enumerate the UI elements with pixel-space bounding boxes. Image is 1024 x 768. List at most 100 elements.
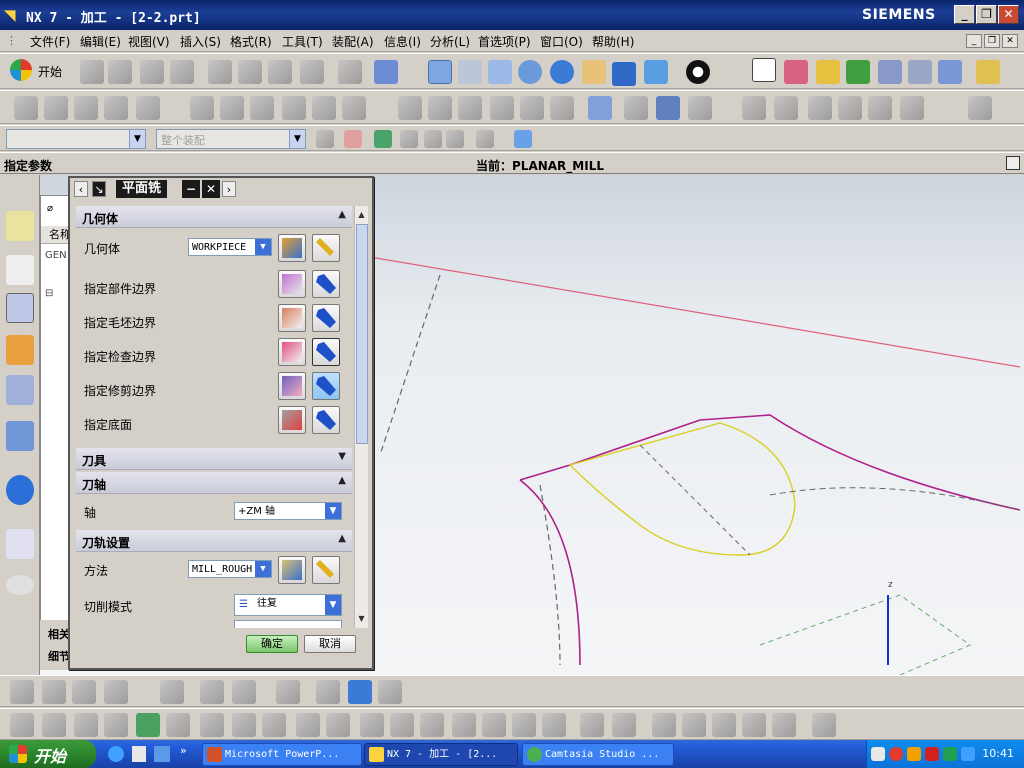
section-axis[interactable]: 刀轴 ▲: [76, 472, 352, 494]
select-filter-icon[interactable]: [316, 130, 334, 148]
cancel-button[interactable]: 取消: [304, 635, 356, 653]
delete-icon[interactable]: [300, 60, 324, 84]
assembly-nav-icon[interactable]: [6, 211, 34, 241]
undo-icon[interactable]: [338, 60, 362, 84]
create-operation-icon[interactable]: [136, 96, 160, 120]
show-floor-button[interactable]: [312, 406, 340, 434]
chevron-right-icon[interactable]: »: [180, 744, 187, 757]
doc-close-button[interactable]: ✕: [1002, 34, 1018, 48]
copy-icon[interactable]: [238, 60, 262, 84]
menu-view[interactable]: 视图(V): [128, 33, 170, 50]
rect-select-icon[interactable]: [476, 130, 494, 148]
feature-f-icon[interactable]: [900, 96, 924, 120]
start-menu-button[interactable]: 开始: [8, 57, 74, 85]
close-button[interactable]: ✕: [998, 5, 1019, 24]
scroll-up-icon[interactable]: ▲: [355, 208, 368, 222]
blank-boundary-button[interactable]: [278, 304, 306, 332]
back-icon[interactable]: ‹: [74, 181, 88, 197]
ok-button[interactable]: 确定: [246, 635, 298, 653]
tool-w-icon[interactable]: [420, 713, 444, 737]
tool-g-icon[interactable]: [316, 680, 340, 704]
menu-edit[interactable]: 编辑(E): [80, 33, 121, 50]
tool-c-icon[interactable]: [72, 680, 96, 704]
section-tool[interactable]: 刀具 ▼: [76, 448, 352, 470]
tool-j-icon[interactable]: [10, 713, 34, 737]
display-icon[interactable]: [458, 96, 482, 120]
zoom-window-icon[interactable]: [458, 60, 482, 84]
tool-z-icon[interactable]: [512, 713, 536, 737]
stepover-select-clipped[interactable]: [234, 620, 342, 628]
cut-mode-select[interactable]: ☰ 往复 ▼: [234, 594, 342, 616]
tool-l-icon[interactable]: [74, 713, 98, 737]
roles-icon[interactable]: [6, 575, 34, 595]
tool-ai-icon[interactable]: [812, 713, 836, 737]
gen-path-icon[interactable]: [816, 60, 840, 84]
csys-icon[interactable]: [784, 60, 808, 84]
edit-geometry-button[interactable]: [312, 234, 340, 262]
tool-ad-icon[interactable]: [652, 713, 676, 737]
feature-b-icon[interactable]: [774, 96, 798, 120]
tray-app-icon[interactable]: [925, 747, 939, 761]
menu-window[interactable]: 窗口(O): [540, 33, 583, 50]
task-powerpoint[interactable]: Microsoft PowerP...: [202, 743, 362, 766]
wcs-icon[interactable]: [752, 58, 776, 82]
tool-b-icon[interactable]: [42, 680, 66, 704]
section-geometry[interactable]: 几何体 ▲: [76, 206, 352, 228]
tool-u-icon[interactable]: [360, 713, 384, 737]
menu-help[interactable]: 帮助(H): [592, 33, 634, 50]
volume-icon[interactable]: [961, 747, 975, 761]
select-edge-icon[interactable]: [446, 130, 464, 148]
select-body-icon[interactable]: [424, 130, 442, 148]
cut-icon[interactable]: [208, 60, 232, 84]
verify-path-icon[interactable]: [878, 60, 902, 84]
doc-minimize-button[interactable]: _: [966, 34, 982, 48]
edit-op-icon[interactable]: [282, 96, 306, 120]
part-nav-icon[interactable]: [6, 335, 34, 365]
record-icon[interactable]: [889, 747, 903, 761]
tool-e-icon[interactable]: [160, 680, 184, 704]
probe-icon[interactable]: [588, 96, 612, 120]
select-face-icon[interactable]: [400, 130, 418, 148]
feedrate-icon[interactable]: [688, 96, 712, 120]
tray-app-icon[interactable]: [907, 747, 921, 761]
print-icon[interactable]: [170, 60, 194, 84]
status-toggle-icon[interactable]: [1006, 156, 1020, 170]
show-check-boundary-button[interactable]: [312, 338, 340, 366]
doc-restore-button[interactable]: ❐: [984, 34, 1000, 48]
tool-m-icon[interactable]: [104, 713, 128, 737]
feature-g-icon[interactable]: [968, 96, 992, 120]
dependencies-label[interactable]: 相关: [48, 626, 70, 642]
tool-q-icon[interactable]: [232, 713, 256, 737]
show-blank-boundary-button[interactable]: [312, 304, 340, 332]
info-web-icon[interactable]: [6, 475, 34, 505]
menu-format[interactable]: 格式(R): [230, 33, 272, 50]
tool-r-icon[interactable]: [262, 713, 286, 737]
menu-tools[interactable]: 工具(T): [282, 33, 323, 50]
geometry-select[interactable]: WORKPIECE ▼: [188, 238, 272, 256]
tool-aa-icon[interactable]: [542, 713, 566, 737]
tool-n-icon[interactable]: [136, 713, 160, 737]
rename-op-icon[interactable]: [342, 96, 366, 120]
save-icon[interactable]: [140, 60, 164, 84]
simulate-icon[interactable]: [908, 60, 932, 84]
nav-row-geometry[interactable]: GEN: [45, 250, 67, 261]
scroll-thumb[interactable]: [356, 224, 368, 444]
edit-method-button[interactable]: [312, 556, 340, 584]
tool-s-icon[interactable]: [296, 713, 320, 737]
show-part-boundary-button[interactable]: [312, 270, 340, 298]
pin-icon[interactable]: ⌀: [47, 203, 53, 214]
network-icon[interactable]: [943, 747, 957, 761]
scroll-down-icon[interactable]: ▼: [355, 612, 368, 626]
assembly-scope-combo[interactable]: 整个装配 ▼: [156, 129, 306, 149]
snap-point-icon[interactable]: [344, 130, 362, 148]
new-geometry-button[interactable]: [278, 234, 306, 262]
restore-button[interactable]: ❐: [976, 5, 997, 24]
tool-ag-icon[interactable]: [742, 713, 766, 737]
constraint-nav-icon[interactable]: [6, 255, 34, 285]
start-button[interactable]: 开始: [0, 740, 96, 768]
shaded-icon[interactable]: [612, 62, 636, 86]
tool-a-icon[interactable]: [10, 680, 34, 704]
tool-x-icon[interactable]: [452, 713, 476, 737]
menu-analysis[interactable]: 分析(L): [430, 33, 470, 50]
list-icon[interactable]: [490, 96, 514, 120]
